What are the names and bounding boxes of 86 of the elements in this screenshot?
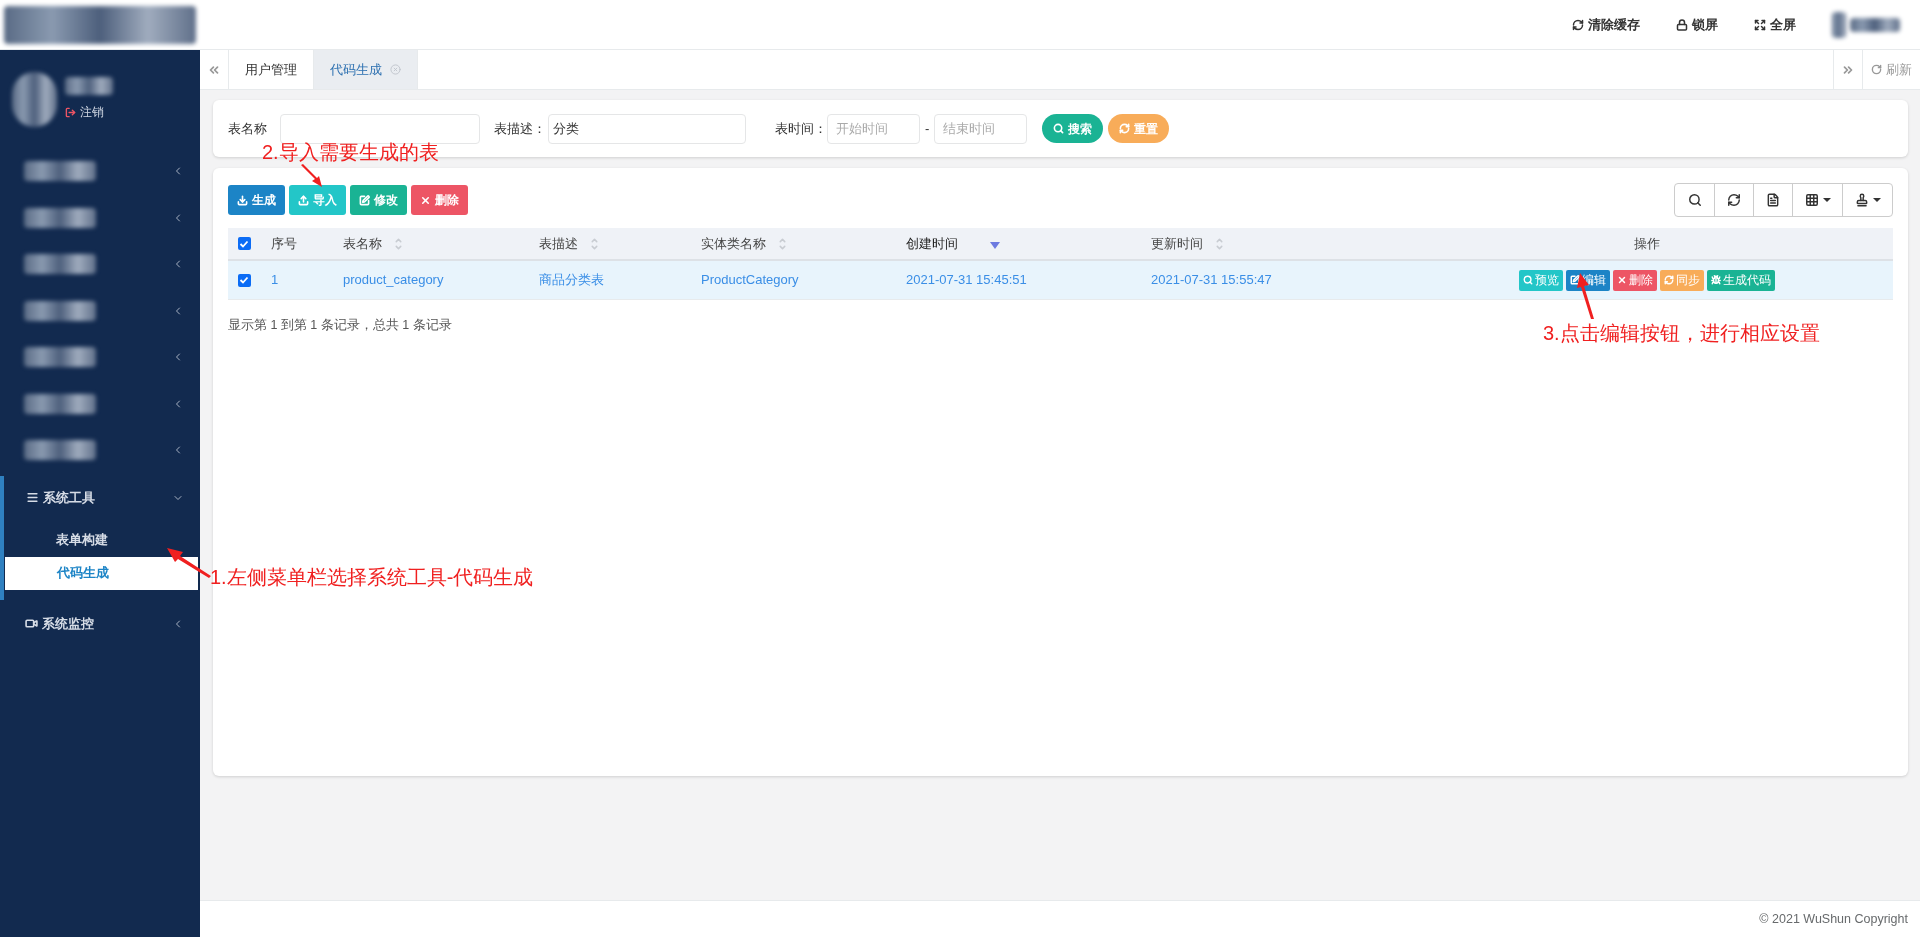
page-tab[interactable]: 代码生成 bbox=[314, 50, 418, 89]
search-icon bbox=[1522, 275, 1533, 285]
field-label: 表名称 bbox=[228, 119, 267, 138]
date-field[interactable]: 开始时间 bbox=[827, 113, 920, 144]
row-action-button[interactable]: 删除 bbox=[1612, 269, 1657, 291]
refresh-icon bbox=[1663, 275, 1674, 285]
refresh-icon bbox=[1572, 18, 1584, 31]
menu-item[interactable]: 系统监控 bbox=[0, 601, 200, 646]
blurred-avatar bbox=[1832, 11, 1846, 38]
pen-icon bbox=[1569, 275, 1580, 285]
blurred-avatar bbox=[12, 71, 57, 127]
date-field[interactable]: 结束时间 bbox=[934, 113, 1028, 144]
toolbar-button[interactable]: 修改 bbox=[350, 185, 407, 215]
list-icon bbox=[1766, 193, 1780, 207]
menu-label: 系统工具 bbox=[43, 488, 95, 507]
select-all-checkbox[interactable] bbox=[237, 237, 251, 250]
blurred-label bbox=[24, 207, 96, 228]
sort-descending-icon[interactable] bbox=[990, 242, 1000, 249]
menu-item[interactable]: 系统工具 bbox=[4, 475, 200, 520]
table-cell: 1 bbox=[271, 272, 279, 288]
search-icon bbox=[1687, 193, 1702, 207]
column-header: 实体类名称 bbox=[701, 234, 766, 253]
download-icon bbox=[237, 194, 248, 206]
toolbar-button[interactable]: 删除 bbox=[411, 185, 468, 215]
annotation-text: 3.点击编辑按钮，进行相应设置 bbox=[1543, 321, 1820, 346]
blurred-username bbox=[65, 77, 113, 95]
upload-icon bbox=[298, 194, 309, 206]
submenu-item[interactable]: 代码生成 bbox=[5, 556, 198, 590]
header-action[interactable]: 清除缓存 bbox=[1572, 14, 1640, 35]
header-action[interactable]: 锁屏 bbox=[1676, 14, 1718, 35]
blurred-label bbox=[24, 440, 96, 461]
header-action[interactable]: 全屏 bbox=[1754, 14, 1796, 35]
caret-icon bbox=[1872, 198, 1881, 202]
column-header: 创建时间 bbox=[906, 234, 958, 253]
expand-icon bbox=[1754, 18, 1766, 31]
field-label: 表时间： bbox=[775, 119, 827, 138]
table-cell: 2021-07-31 15:45:51 bbox=[906, 272, 1027, 288]
menu-label: 系统监控 bbox=[42, 614, 94, 633]
table-cell: ProductCategory bbox=[701, 272, 799, 288]
annotation-text: 2.导入需要生成的表 bbox=[262, 140, 439, 164]
stamp-icon bbox=[1854, 193, 1869, 207]
table-cell: product_category bbox=[343, 272, 444, 288]
pen-icon bbox=[359, 194, 370, 206]
input-field[interactable]: 分类 bbox=[548, 113, 746, 144]
search-icon bbox=[1053, 123, 1065, 134]
row-checkbox[interactable] bbox=[237, 273, 251, 287]
row-action-button[interactable]: 生成代码 bbox=[1706, 269, 1775, 291]
video-icon bbox=[25, 617, 38, 630]
menu-icon bbox=[26, 491, 39, 504]
logout-link[interactable]: 注销 bbox=[65, 103, 113, 121]
blurred-label bbox=[24, 161, 96, 182]
blurred-label bbox=[24, 254, 96, 275]
search-button[interactable]: 搜索 bbox=[1042, 114, 1104, 143]
toolbar-button[interactable]: 生成 bbox=[228, 185, 285, 215]
column-header: 更新时间 bbox=[1151, 234, 1203, 253]
caret-icon bbox=[1822, 198, 1831, 202]
logout-icon bbox=[65, 106, 76, 118]
annotation-text: 1.左侧菜单栏选择系统工具-代码生成 bbox=[210, 565, 534, 590]
copyright-text: © 2021 WuShun Copyright bbox=[1759, 910, 1908, 928]
refresh-icon bbox=[1871, 64, 1882, 75]
column-header: 表描述 bbox=[539, 234, 578, 253]
field-label: 表描述： bbox=[494, 119, 547, 138]
refresh-icon bbox=[1727, 193, 1741, 207]
blurred-label bbox=[24, 393, 96, 414]
blurred-label bbox=[24, 300, 96, 321]
column-header: 表名称 bbox=[343, 234, 382, 253]
bug-icon bbox=[1710, 275, 1721, 285]
refresh-tab-button[interactable]: 刷新 bbox=[1862, 50, 1920, 89]
submenu-item[interactable]: 表单构建 bbox=[4, 523, 200, 557]
refresh-icon bbox=[1119, 123, 1131, 134]
input-field[interactable] bbox=[280, 113, 480, 144]
column-header: 序号 bbox=[271, 234, 297, 253]
annotation-arrow bbox=[300, 164, 324, 188]
table-cell: 2021-07-31 15:55:47 bbox=[1151, 272, 1272, 288]
blurred-username bbox=[1850, 17, 1900, 32]
grid-icon bbox=[1804, 193, 1819, 207]
table-cell: 商品分类表 bbox=[539, 272, 604, 288]
range-separator: - bbox=[925, 119, 930, 138]
blurred-label bbox=[24, 347, 96, 368]
column-header: 操作 bbox=[1633, 234, 1660, 253]
close-icon bbox=[1616, 275, 1627, 285]
lock-icon bbox=[1676, 18, 1688, 31]
toolbar-button[interactable]: 导入 bbox=[289, 185, 346, 215]
pagination-info: 显示第 1 到第 1 条记录，总共 1 条记录 bbox=[228, 317, 452, 334]
close-icon bbox=[420, 194, 431, 206]
row-action-button[interactable]: 预览 bbox=[1518, 269, 1563, 291]
